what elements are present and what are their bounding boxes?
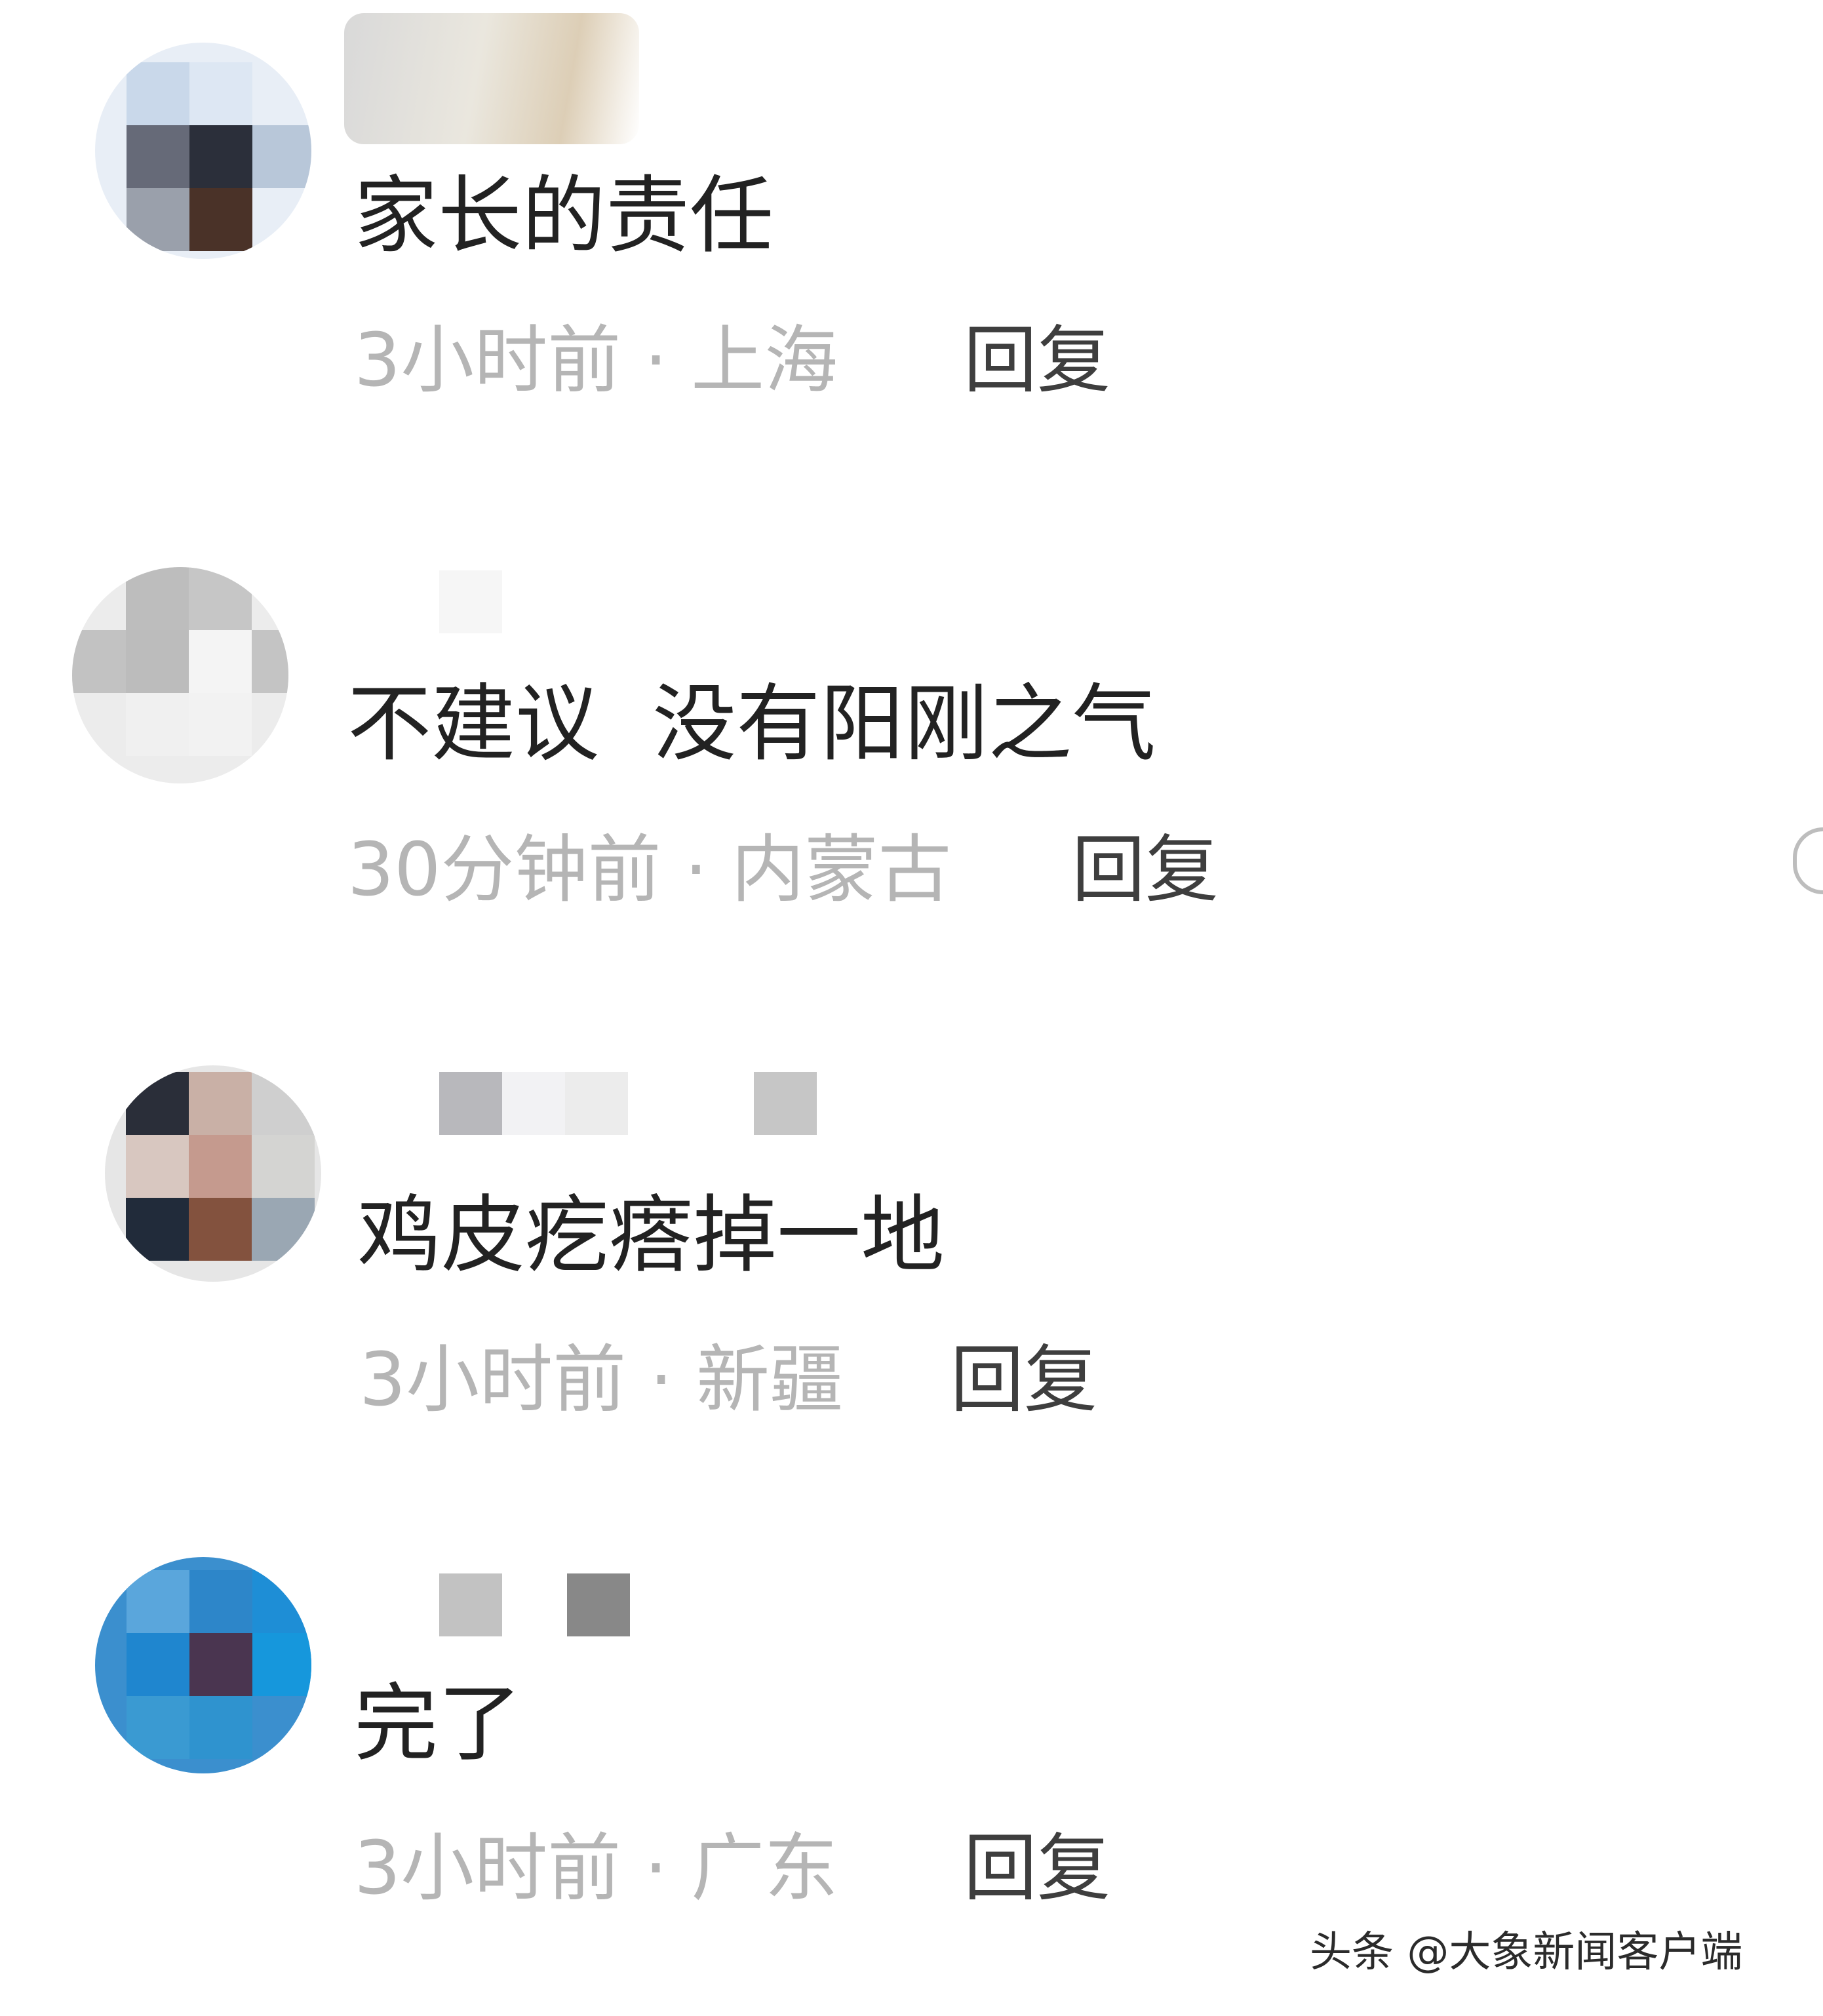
username-blurred [354,1573,649,1636]
comment-text: 完了 [354,1675,522,1773]
comment-meta: 3小时前 · 广东 [354,1826,838,1911]
reply-button[interactable]: 回复 [964,1826,1110,1911]
comment-item: 完了 3小时前 · 广东 回复 [0,0,1823,1967]
avatar[interactable] [95,1557,311,1773]
comment-location: 广东 [691,1826,838,1911]
meta-separator: · [621,1826,692,1911]
comment-time: 3小时前 [354,1826,621,1911]
watermark: 头条 @大象新闻客户端 [1310,1928,1743,1977]
